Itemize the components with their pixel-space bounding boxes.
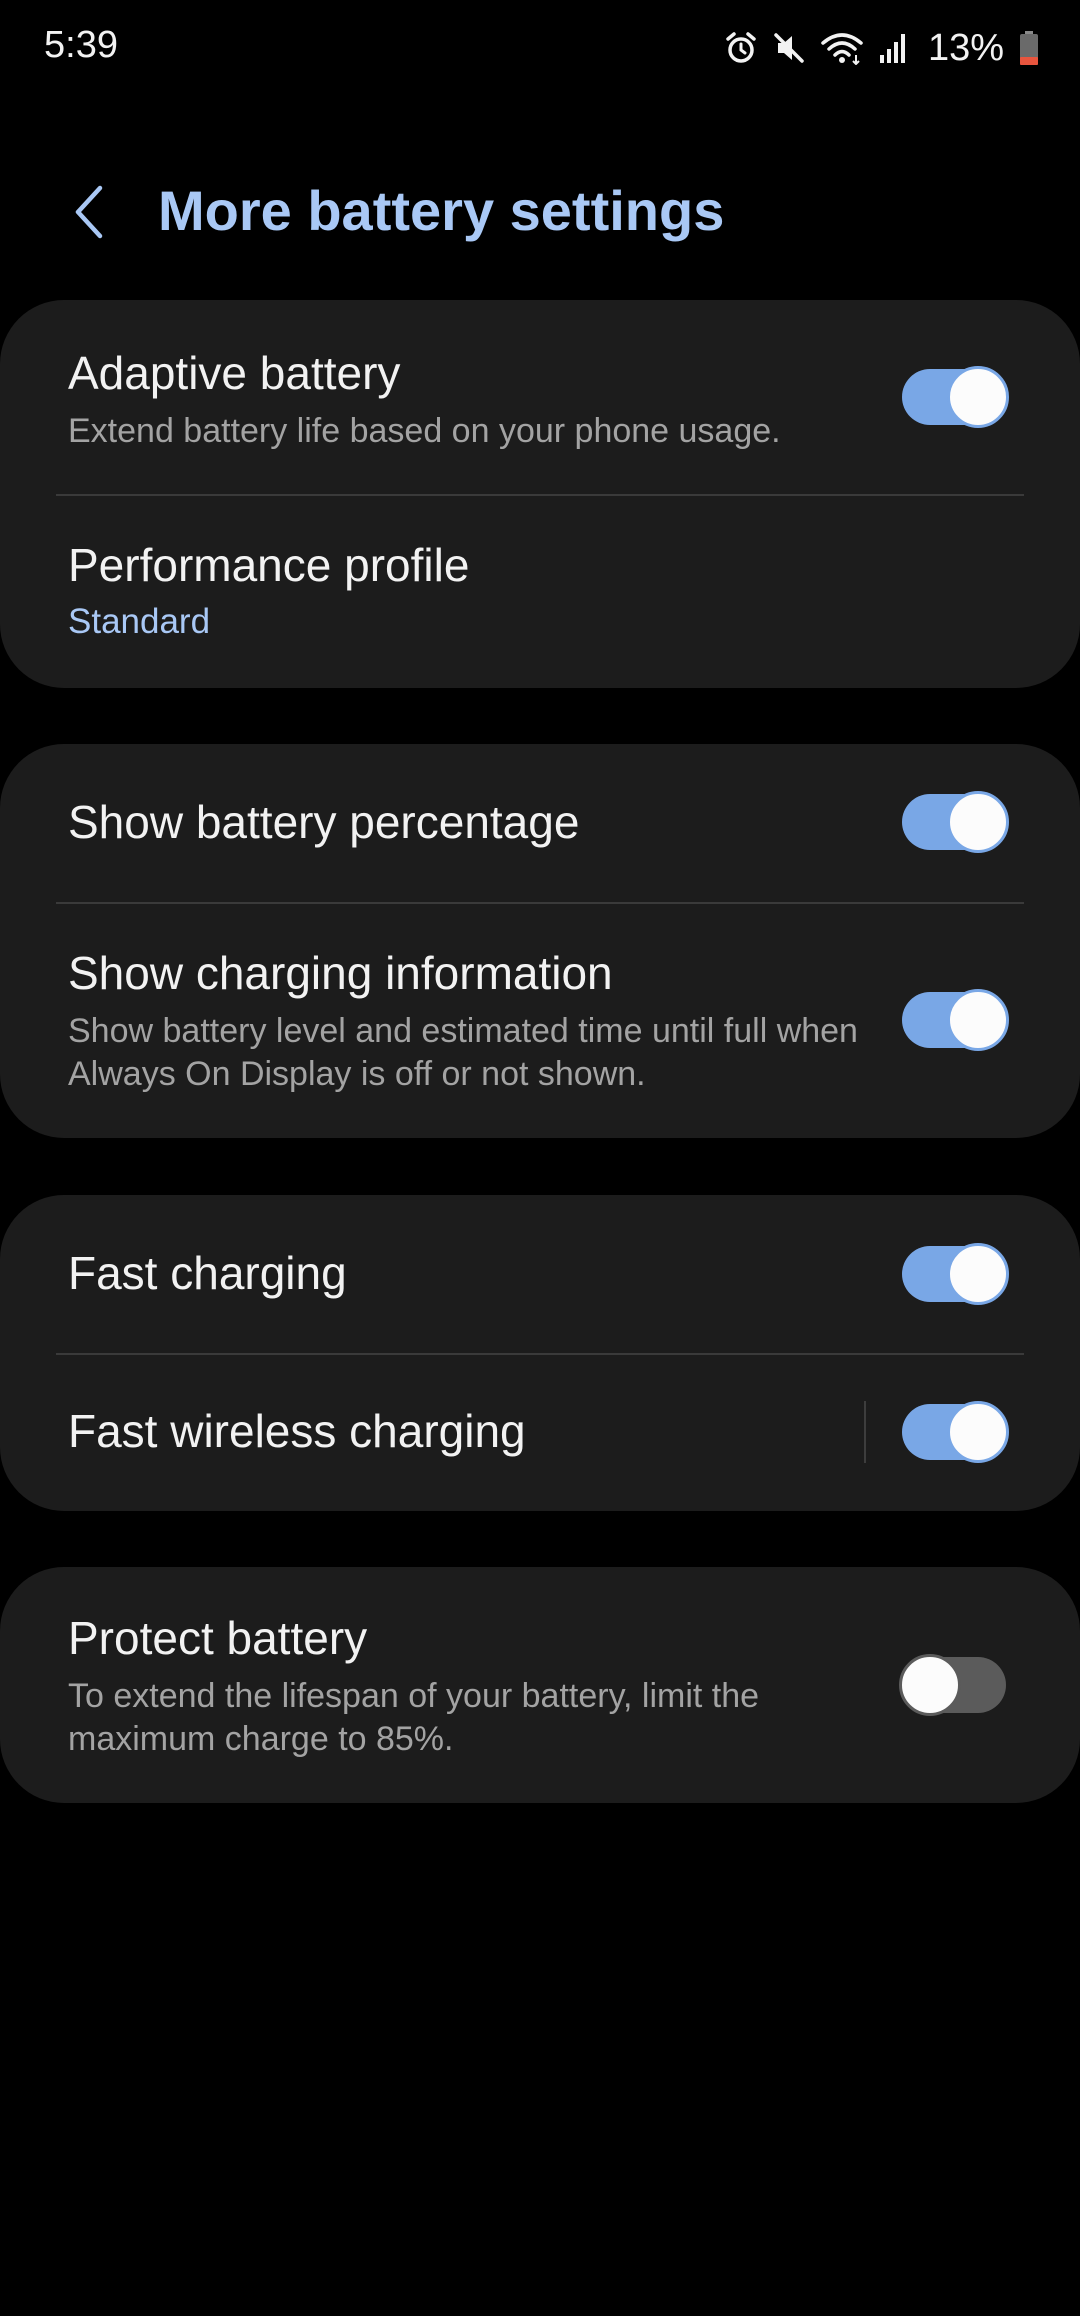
setting-fast-wireless-charging[interactable]: Fast wireless charging [0,1353,1080,1511]
settings-card-battery: Adaptive battery Extend battery life bas… [0,300,1080,688]
setting-show-charging-information[interactable]: Show charging information Show battery l… [0,902,1080,1138]
back-button[interactable] [52,176,124,248]
fast-charging-toggle[interactable] [902,1243,1009,1305]
toggle-knob [947,791,1009,853]
setting-subtitle: To extend the lifespan of your battery, … [68,1677,760,1758]
protect-battery-toggle[interactable] [899,1654,1006,1716]
toggle-knob [947,1243,1009,1305]
app-bar: More battery settings [0,160,1080,264]
settings-card-display: Show battery percentage Show charging in… [0,744,1080,1138]
setting-title: Show charging information [68,947,613,999]
chevron-left-icon [75,185,103,239]
fast-wireless-charging-toggle[interactable] [902,1401,1009,1463]
signal-icon [878,31,910,65]
status-time: 5:39 [44,24,118,66]
setting-title: Protect battery [68,1612,368,1664]
page-title: More battery settings [158,179,725,242]
setting-performance-profile[interactable]: Performance profile Standard [0,494,1080,688]
setting-title: Performance profile [68,539,470,591]
battery-percent-text: 13% [927,26,1004,69]
toggle-knob [947,366,1009,428]
setting-title: Fast wireless charging [68,1405,526,1457]
setting-title: Show battery percentage [68,796,580,848]
toggle-knob [947,1401,1009,1463]
wifi-icon [820,31,864,65]
performance-profile-value: Standard [68,602,211,641]
vertical-separator [864,1401,866,1463]
setting-title: Adaptive battery [68,347,401,399]
show-battery-percentage-toggle[interactable] [902,791,1009,853]
show-charging-information-toggle[interactable] [902,989,1009,1051]
status-bar: 5:39 13% [0,0,1080,96]
settings-card-charging: Fast charging Fast wireless charging [0,1195,1080,1511]
settings-card-protect: Protect battery To extend the lifespan o… [0,1567,1080,1803]
battery-icon [1018,30,1040,66]
setting-subtitle: Show battery level and estimated time un… [68,1012,858,1093]
status-icons: 13% [724,24,1040,72]
setting-protect-battery[interactable]: Protect battery To extend the lifespan o… [0,1567,1080,1803]
setting-title: Fast charging [68,1247,347,1299]
setting-fast-charging[interactable]: Fast charging [0,1195,1080,1353]
toggle-knob [947,989,1009,1051]
setting-subtitle: Extend battery life based on your phone … [68,412,781,450]
adaptive-battery-toggle[interactable] [902,366,1009,428]
setting-adaptive-battery[interactable]: Adaptive battery Extend battery life bas… [0,300,1080,494]
mute-icon [772,31,806,65]
toggle-knob [899,1654,961,1716]
setting-show-battery-percentage[interactable]: Show battery percentage [0,744,1080,902]
alarm-icon [724,31,758,65]
